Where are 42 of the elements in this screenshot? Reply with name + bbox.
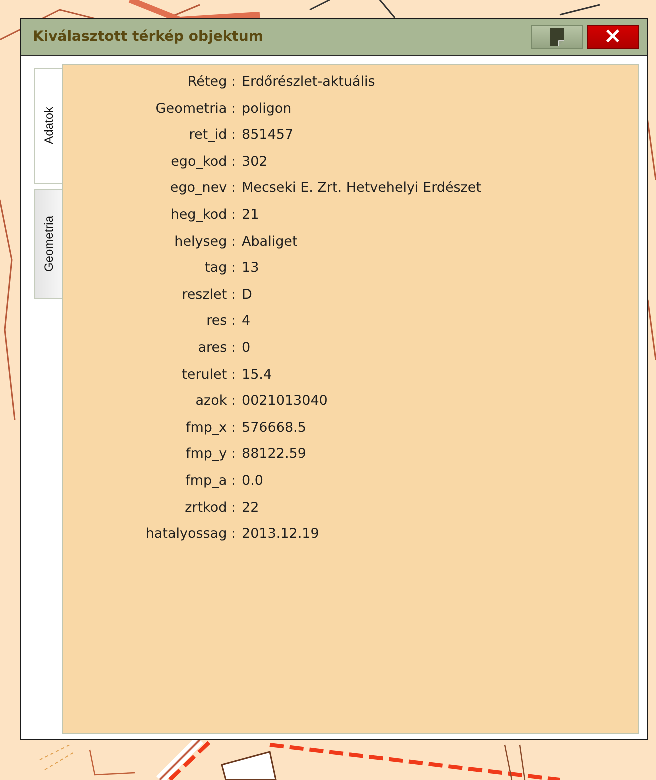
attribute-value: Erdőrészlet-aktuális <box>242 74 376 90</box>
attribute-label: hatalyossag : <box>144 526 236 542</box>
attribute-label: fmp_a : <box>184 472 236 489</box>
attribute-label: fmp_x : <box>184 420 236 436</box>
attribute-label: ret_id : <box>188 127 236 144</box>
attribute-label: ego_nev : <box>169 180 236 196</box>
attribute-label: heg_kod : <box>170 206 236 223</box>
attribute-value: D <box>242 286 252 303</box>
attribute-value: 2013.12.19 <box>242 526 320 542</box>
attribute-label: tag : <box>204 260 236 276</box>
attribute-value: poligon <box>242 100 292 117</box>
attribute-value: 851457 <box>242 127 294 144</box>
attribute-value: Mecseki E. Zrt. Hetvehelyi Erdészet <box>242 180 482 196</box>
attribute-value: 4 <box>242 313 251 330</box>
attribute-value: 13 <box>242 260 260 276</box>
attribute-value: 302 <box>242 154 268 170</box>
attribute-value: 15.4 <box>242 366 272 383</box>
attribute-label: Réteg : <box>186 74 236 90</box>
attribute-label: zrtkod : <box>184 500 236 516</box>
page-icon <box>550 28 564 46</box>
attribute-value: 88122.59 <box>242 446 306 462</box>
attribute-label: ego_kod : <box>170 154 236 170</box>
tab[interactable]: Geometria <box>34 189 62 299</box>
attribute-label: ares : <box>197 340 236 356</box>
attribute-value: 21 <box>242 206 260 223</box>
attribute-label: res : <box>206 313 236 330</box>
attribute-label: Geometria : <box>154 100 236 117</box>
attribute-label: terulet : <box>181 366 236 383</box>
attribute-label: helyseg : <box>174 234 236 250</box>
close-button[interactable]: × <box>587 25 639 49</box>
dock-button[interactable] <box>531 25 583 49</box>
attribute-value: Abaliget <box>242 234 298 250</box>
attribute-value: 0 <box>242 340 251 356</box>
attribute-value: 0021013040 <box>242 393 328 410</box>
attribute-label: fmp_y : <box>184 446 236 462</box>
tab[interactable]: Adatok <box>34 68 62 184</box>
attribute-label: azok : <box>194 393 236 410</box>
attribute-label: reszlet : <box>181 286 236 303</box>
attribute-value: 22 <box>242 500 260 516</box>
window-title: Kiválasztott térkép objektum <box>33 29 264 45</box>
attribute-value: 576668.5 <box>242 420 306 436</box>
attribute-value: 0.0 <box>242 472 264 489</box>
